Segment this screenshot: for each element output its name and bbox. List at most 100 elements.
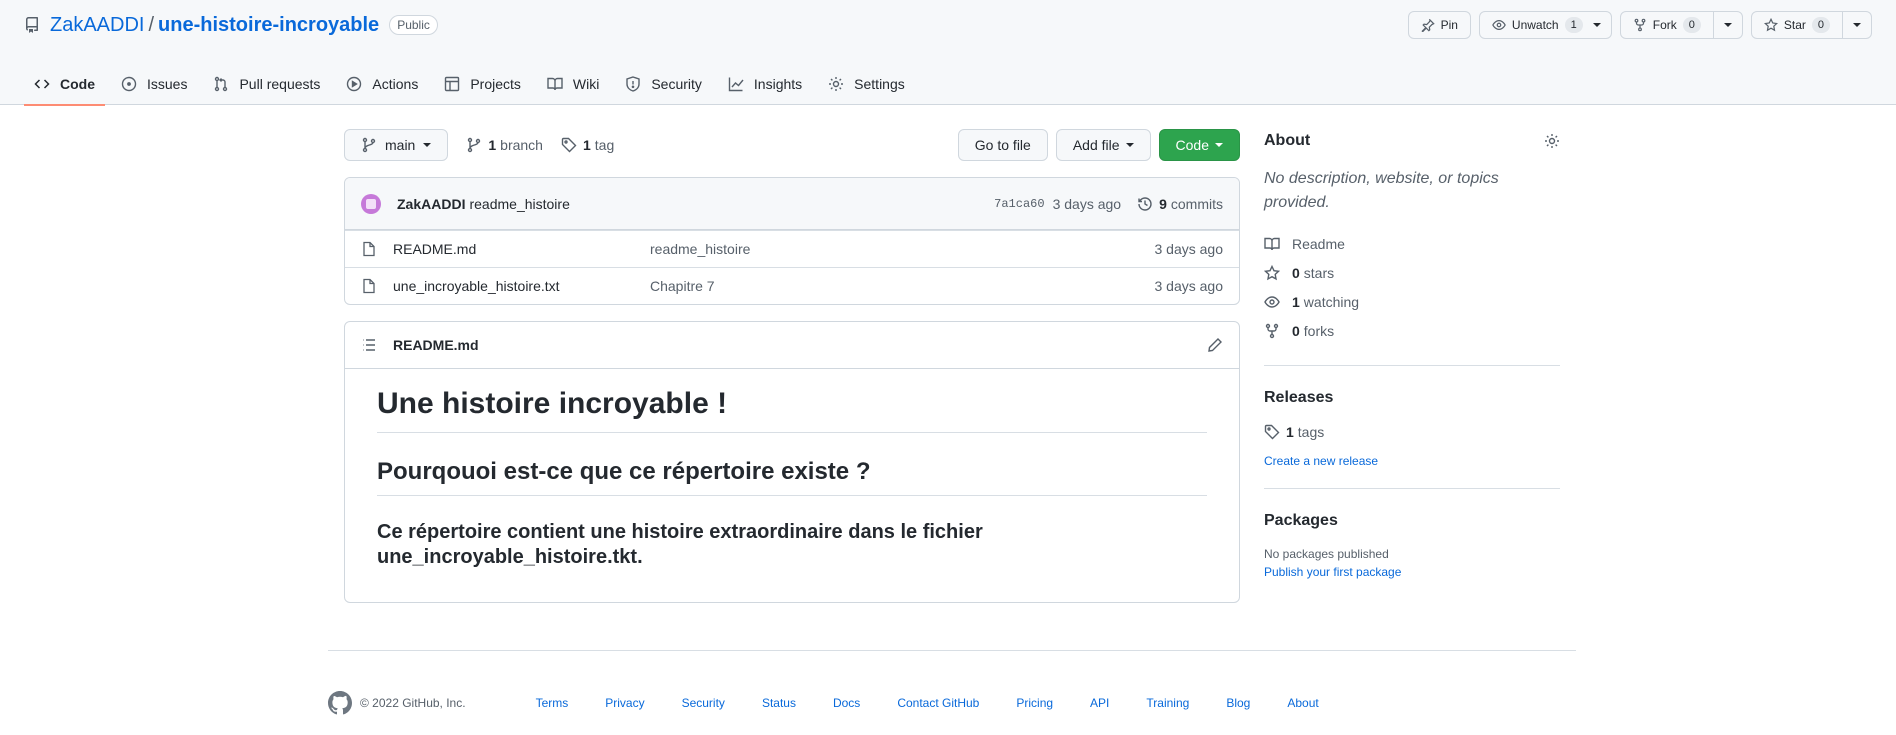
- watch-counter: 1: [1564, 17, 1583, 33]
- packages-title[interactable]: Packages: [1264, 509, 1560, 533]
- footer-link-terms[interactable]: Terms: [536, 696, 569, 710]
- tab-pull-requests[interactable]: Pull requests: [203, 62, 330, 105]
- repo-sidebar: About No description, website, or topics…: [1264, 129, 1560, 579]
- code-button[interactable]: Code: [1158, 129, 1240, 161]
- tab-actions[interactable]: Actions: [336, 62, 428, 105]
- footer-link-pricing[interactable]: Pricing: [1016, 696, 1053, 710]
- footer-link-blog[interactable]: Blog: [1226, 696, 1250, 710]
- sidebar-divider: [1264, 365, 1560, 366]
- go-to-file-button[interactable]: Go to file: [957, 129, 1048, 161]
- pin-button[interactable]: Pin: [1407, 11, 1471, 39]
- footer-links: Terms Privacy Security Status Docs Conta…: [536, 696, 1356, 710]
- tag-count-label: tag: [594, 137, 615, 153]
- forks-link[interactable]: 0 forks: [1264, 316, 1560, 345]
- file-age: 3 days ago: [1154, 241, 1224, 257]
- pencil-icon[interactable]: [1207, 337, 1223, 353]
- branch-count-label: branch: [500, 137, 543, 153]
- file-row: une_incroyable_histoire.txt Chapitre 7 3…: [345, 267, 1239, 304]
- footer-link-contact[interactable]: Contact GitHub: [897, 696, 979, 710]
- readme-heading-2: Pourqouoi est-ce que ce répertoire exist…: [377, 457, 1207, 496]
- visibility-badge: Public: [389, 15, 438, 35]
- releases-tag-label: tags: [1297, 424, 1325, 440]
- file-commit-message-link[interactable]: readme_histoire: [650, 241, 750, 257]
- commit-count-label: commits: [1170, 196, 1223, 212]
- commit-author-link[interactable]: ZakAADDI: [397, 196, 465, 212]
- star-counter: 0: [1811, 17, 1830, 33]
- branch-icon: [468, 137, 481, 153]
- tab-security[interactable]: Security: [615, 62, 712, 105]
- history-icon: [1138, 197, 1152, 211]
- shield-icon: [626, 75, 641, 92]
- commits-history-link[interactable]: 9 commits: [1137, 196, 1223, 212]
- tab-wiki[interactable]: Wiki: [537, 62, 609, 105]
- watchers-link[interactable]: 1 watching: [1264, 287, 1560, 316]
- about-title: About: [1264, 129, 1560, 153]
- repo-title-row: ZakAADDI / une-histoire-incroyable Publi…: [24, 12, 438, 38]
- star-dropdown-button[interactable]: [1842, 12, 1871, 38]
- create-release-link[interactable]: Create a new release: [1264, 454, 1560, 468]
- readme-link[interactable]: Readme: [1264, 229, 1560, 258]
- tab-label: Settings: [854, 75, 905, 92]
- stars-link[interactable]: 0 stars: [1264, 258, 1560, 287]
- fork-button[interactable]: Fork 0: [1621, 12, 1713, 38]
- fork-label: Fork: [1652, 18, 1677, 32]
- footer-link-api[interactable]: API: [1090, 696, 1109, 710]
- readme-filename[interactable]: README.md: [393, 337, 479, 353]
- footer-link-security[interactable]: Security: [682, 696, 725, 710]
- repo-owner-link[interactable]: ZakAADDI: [50, 14, 144, 37]
- footer-link-about[interactable]: About: [1287, 696, 1318, 710]
- avatar[interactable]: [361, 193, 381, 214]
- tab-insights[interactable]: Insights: [718, 62, 812, 105]
- tab-projects[interactable]: Projects: [434, 62, 531, 105]
- releases-tags-link[interactable]: 1 tags: [1264, 424, 1560, 440]
- list-icon[interactable]: [361, 337, 377, 353]
- file-age: 3 days ago: [1154, 278, 1224, 294]
- pin-icon: [1421, 18, 1435, 32]
- pull-request-icon: [215, 76, 228, 91]
- repo-nav-tabs: Code Issues Pull requests Actions Projec…: [24, 62, 921, 106]
- footer-link-status[interactable]: Status: [762, 696, 796, 710]
- tags-link[interactable]: 1 tag: [561, 137, 614, 153]
- latest-commit-row: ZakAADDI readme_histoire 7a1ca60 3 days …: [345, 178, 1239, 230]
- publish-package-link[interactable]: Publish your first package: [1264, 565, 1560, 579]
- star-button[interactable]: Star 0: [1752, 12, 1842, 38]
- repo-name-link[interactable]: une-histoire-incroyable: [158, 14, 379, 37]
- add-file-button[interactable]: Add file: [1055, 129, 1151, 161]
- code-button-label: Code: [1175, 137, 1209, 153]
- tab-label: Projects: [470, 75, 521, 92]
- readme-link-label: Readme: [1292, 235, 1345, 252]
- forks-label: forks: [1303, 322, 1335, 339]
- play-icon: [347, 76, 362, 91]
- branch-icon: [362, 137, 376, 153]
- fork-icon: [1265, 323, 1279, 338]
- footer-link-docs[interactable]: Docs: [833, 696, 860, 710]
- fork-dropdown-button[interactable]: [1712, 12, 1742, 38]
- footer-link-privacy[interactable]: Privacy: [605, 696, 644, 710]
- file-name-link[interactable]: une_incroyable_histoire.txt: [393, 278, 650, 294]
- commit-sha-link[interactable]: 7a1ca60: [994, 197, 1044, 211]
- tab-settings[interactable]: Settings: [818, 62, 915, 105]
- chevron-down-icon: [1125, 143, 1134, 147]
- add-file-label: Add file: [1072, 137, 1120, 153]
- commit-count: 9: [1159, 196, 1167, 212]
- star-icon: [1763, 18, 1778, 32]
- star-button-group: Star 0: [1750, 11, 1872, 39]
- eye-icon: [1264, 295, 1280, 308]
- repo-path-separator: /: [148, 13, 155, 36]
- releases-title[interactable]: Releases: [1264, 386, 1560, 410]
- branches-link[interactable]: 1 branch: [466, 137, 543, 153]
- footer-link-training[interactable]: Training: [1146, 696, 1189, 710]
- github-logo-icon[interactable]: [328, 691, 352, 715]
- branch-select-button[interactable]: main: [344, 129, 449, 161]
- unwatch-button[interactable]: Unwatch 1: [1478, 11, 1612, 39]
- tab-issues[interactable]: Issues: [111, 62, 197, 105]
- file-commit-message-link[interactable]: Chapitre 7: [650, 278, 715, 294]
- file-name-link[interactable]: README.md: [393, 241, 650, 257]
- chevron-down-icon: [1723, 23, 1732, 27]
- gear-icon[interactable]: [1544, 133, 1560, 149]
- file-icon: [363, 278, 375, 294]
- fork-icon: [1634, 18, 1646, 32]
- tab-code[interactable]: Code: [24, 62, 105, 106]
- about-list: Readme 0 stars 1 watching 0 forks: [1264, 229, 1560, 345]
- commit-message-link[interactable]: readme_histoire: [469, 196, 569, 212]
